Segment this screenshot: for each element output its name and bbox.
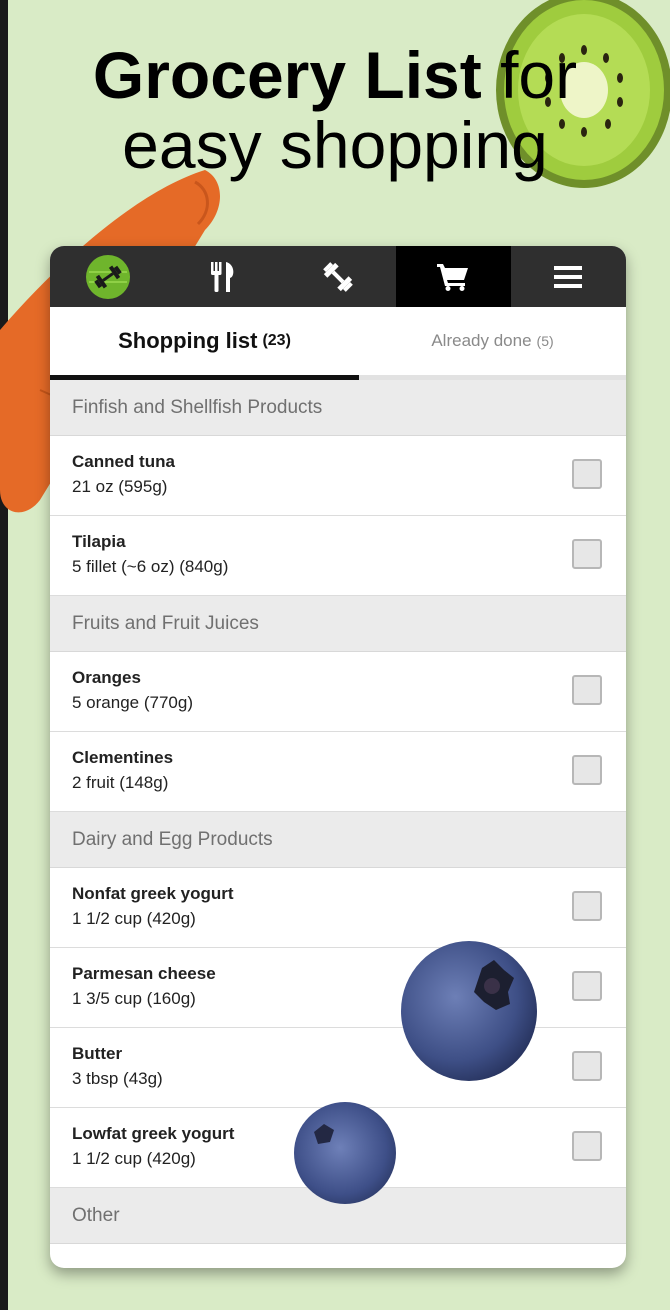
blueberry-image	[294, 1102, 396, 1204]
item-name: Nonfat greek yogurt	[72, 884, 234, 903]
tab-shopping-list[interactable]: Shopping list (23)	[50, 307, 359, 375]
item-checkbox[interactable]	[572, 971, 602, 1001]
item-quantity: 5 orange (770g)	[72, 693, 193, 712]
item-checkbox[interactable]	[572, 891, 602, 921]
top-nav-bar	[50, 246, 626, 307]
item-checkbox[interactable]	[572, 675, 602, 705]
tab-done-count: (5)	[536, 333, 554, 349]
nav-menu[interactable]	[511, 246, 626, 307]
tab-shopping-label: Shopping list	[118, 328, 258, 353]
item-name: Parmesan cheese	[72, 964, 216, 983]
item-name: Lowfat greek yogurt	[72, 1124, 235, 1143]
item-quantity: 1 1/2 cup (420g)	[72, 1149, 196, 1168]
item-name: Butter	[72, 1044, 123, 1063]
blueberry-image	[401, 941, 537, 1081]
item-checkbox[interactable]	[572, 539, 602, 569]
item-name: Oranges	[72, 668, 141, 687]
section-header: Fruits and Fruit Juices	[50, 596, 626, 652]
item-checkbox[interactable]	[572, 755, 602, 785]
item-name: Canned tuna	[72, 452, 175, 471]
list-item: Clementines 2 fruit (148g)	[50, 732, 626, 812]
dumbbell-icon	[323, 261, 353, 292]
promo-headline: Grocery List for easy shopping	[0, 40, 670, 180]
list-item: Tilapia 5 fillet (~6 oz) (840g)	[50, 516, 626, 596]
tab-done-label: Already done	[431, 331, 532, 350]
tab-shopping-count: (23)	[262, 332, 291, 349]
item-quantity: 21 oz (595g)	[72, 477, 168, 496]
item-quantity: 2 fruit (148g)	[72, 773, 169, 792]
headline-bold: Grocery List	[92, 38, 482, 112]
nav-shopping[interactable]	[395, 246, 511, 307]
item-name: Clementines	[72, 748, 174, 767]
nav-meals[interactable]	[165, 246, 280, 307]
item-quantity: 5 fillet (~6 oz) (840g)	[72, 557, 229, 576]
hamburger-menu-icon	[554, 265, 583, 288]
shopping-cart-icon	[437, 263, 469, 291]
list-tabs: Shopping list (23) Already done (5)	[50, 307, 626, 380]
headline-line2: easy shopping	[122, 108, 548, 182]
headline-rest: for	[481, 38, 578, 112]
item-quantity: 1 1/2 cup (420g)	[72, 909, 196, 928]
item-checkbox[interactable]	[572, 1051, 602, 1081]
item-quantity: 1 3/5 cup (160g)	[72, 989, 196, 1008]
section-header: Finfish and Shellfish Products	[50, 380, 626, 436]
list-item: Oranges 5 orange (770g)	[50, 652, 626, 732]
nav-home[interactable]	[50, 246, 165, 307]
item-checkbox[interactable]	[572, 1131, 602, 1161]
dumbbell-logo-icon	[85, 254, 130, 299]
fork-knife-icon	[210, 261, 234, 292]
active-tab-indicator	[50, 375, 359, 380]
list-item: Nonfat greek yogurt 1 1/2 cup (420g)	[50, 868, 626, 948]
nav-workouts[interactable]	[280, 246, 395, 307]
item-quantity: 3 tbsp (43g)	[72, 1069, 163, 1088]
item-name: Tilapia	[72, 532, 126, 551]
list-item: Canned tuna 21 oz (595g)	[50, 436, 626, 516]
tab-already-done[interactable]: Already done (5)	[359, 307, 626, 375]
item-checkbox[interactable]	[572, 459, 602, 489]
section-header: Dairy and Egg Products	[50, 812, 626, 868]
